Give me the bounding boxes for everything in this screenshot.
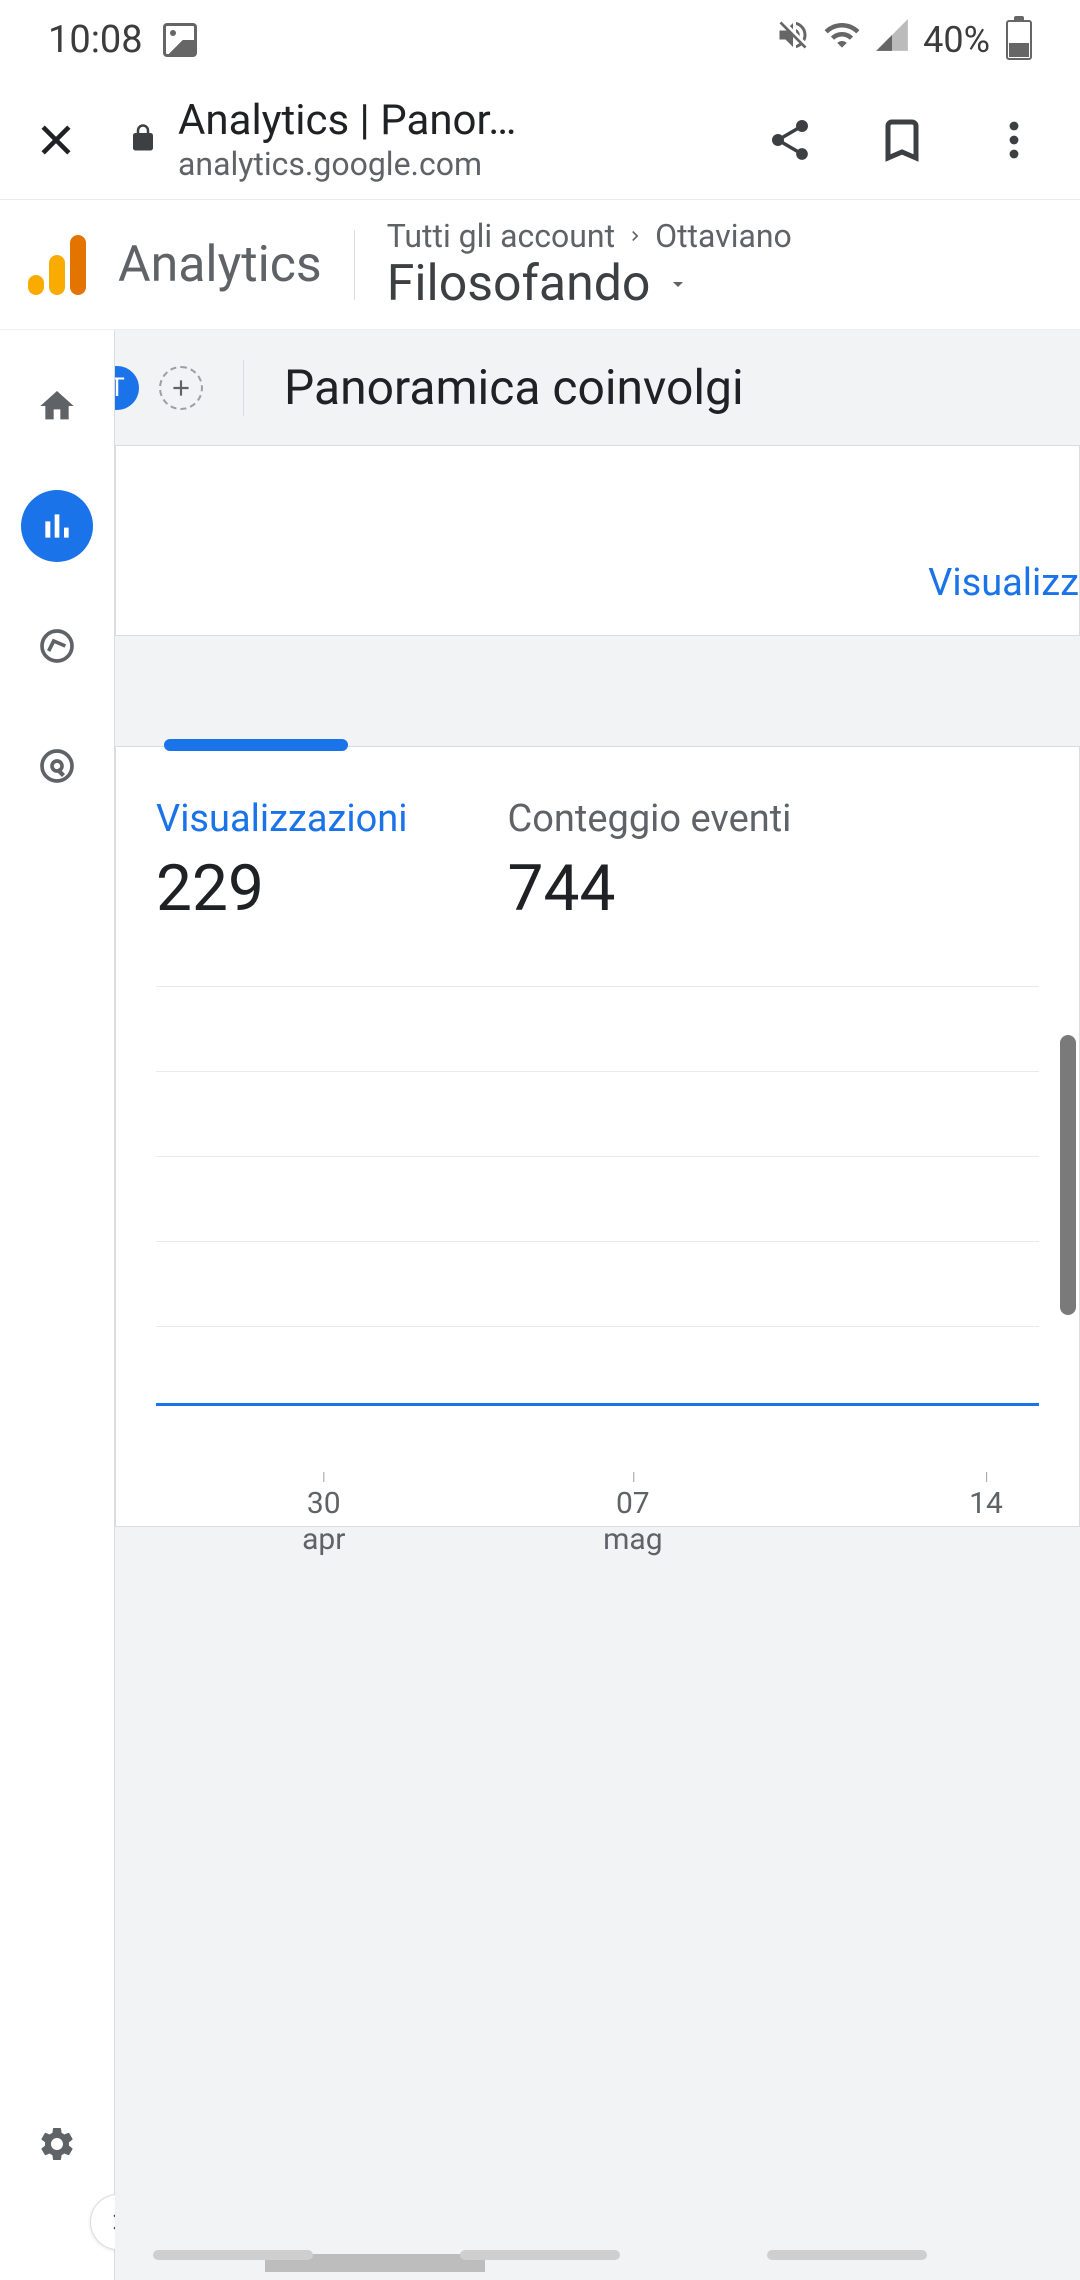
breadcrumb-user: Ottaviano (655, 217, 792, 255)
page-url: analytics.google.com (178, 145, 516, 183)
grid-line (156, 986, 1039, 987)
sidebar-item-advertising[interactable] (21, 730, 93, 802)
property-name: Filosofando (387, 255, 651, 313)
battery-percent: 40% (923, 19, 990, 61)
url-area[interactable]: Analytics | Panor… analytics.google.com (128, 96, 720, 183)
nav-back-button[interactable] (767, 2250, 927, 2260)
metric-value: 229 (156, 851, 408, 926)
metric-value: 744 (508, 851, 792, 926)
tab-chip[interactable]: T (115, 366, 139, 410)
mute-icon (775, 17, 811, 63)
view-link[interactable]: Visualizz (928, 561, 1079, 605)
status-time: 10:08 (48, 18, 143, 62)
nav-home-button[interactable] (460, 2250, 620, 2260)
line-chart: 30 apr 07 mag 14 (156, 986, 1039, 1486)
share-button[interactable] (764, 114, 816, 166)
tab-row: T Panoramica coinvolgi (115, 330, 1080, 446)
x-tick: 07 mag (603, 1486, 662, 1558)
card-summary: Visualizz (115, 446, 1080, 636)
grid-line (156, 1156, 1039, 1157)
chart-baseline (156, 1403, 1039, 1406)
analytics-logo-icon (28, 235, 86, 295)
scrollbar-thumb[interactable] (1060, 1035, 1076, 1315)
sidebar (0, 330, 115, 2280)
content-area: T Panoramica coinvolgi Visualizz Visuali… (115, 330, 1080, 2280)
sidebar-item-settings[interactable] (21, 2108, 93, 2180)
analytics-header: Analytics Tutti gli account Ottaviano Fi… (0, 200, 1080, 330)
divider (354, 230, 355, 300)
signal-icon (873, 16, 911, 64)
close-button[interactable] (28, 112, 84, 168)
metric-views[interactable]: Visualizzazioni 229 (156, 797, 408, 926)
more-menu-button[interactable] (988, 114, 1040, 166)
bookmark-button[interactable] (876, 114, 928, 166)
browser-bar: Analytics | Panor… analytics.google.com (0, 80, 1080, 200)
nav-recent-button[interactable] (153, 2250, 313, 2260)
x-tick: 14 (969, 1486, 1003, 1522)
active-tab-indicator (164, 739, 348, 751)
lock-icon (128, 120, 158, 160)
status-bar: 10:08 40% (0, 0, 1080, 80)
sidebar-item-reports[interactable] (21, 490, 93, 562)
metric-label: Conteggio eventi (508, 797, 792, 841)
grid-line (156, 1071, 1039, 1072)
analytics-brand: Analytics (118, 236, 322, 294)
sidebar-item-explore[interactable] (21, 610, 93, 682)
breadcrumb: Tutti gli account Ottaviano (387, 217, 792, 255)
wifi-icon (823, 16, 861, 64)
add-tab-button[interactable] (159, 366, 203, 410)
picture-icon (163, 23, 197, 57)
breadcrumb-accounts: Tutti gli account (387, 217, 615, 255)
x-tick: 30 apr (302, 1486, 345, 1558)
card-metrics-chart: Visualizzazioni 229 Conteggio eventi 744… (115, 746, 1080, 1527)
chevron-down-icon (666, 272, 690, 296)
metric-events[interactable]: Conteggio eventi 744 (508, 797, 792, 926)
android-nav-bar (0, 2230, 1080, 2280)
battery-icon (1006, 20, 1032, 60)
account-selector[interactable]: Tutti gli account Ottaviano Filosofando (387, 217, 792, 313)
grid-line (156, 1326, 1039, 1327)
divider (243, 360, 244, 416)
report-title: Panoramica coinvolgi (284, 359, 744, 416)
metric-label: Visualizzazioni (156, 797, 408, 841)
page-title: Analytics | Panor… (178, 96, 516, 145)
grid-line (156, 1241, 1039, 1242)
sidebar-item-home[interactable] (21, 370, 93, 442)
